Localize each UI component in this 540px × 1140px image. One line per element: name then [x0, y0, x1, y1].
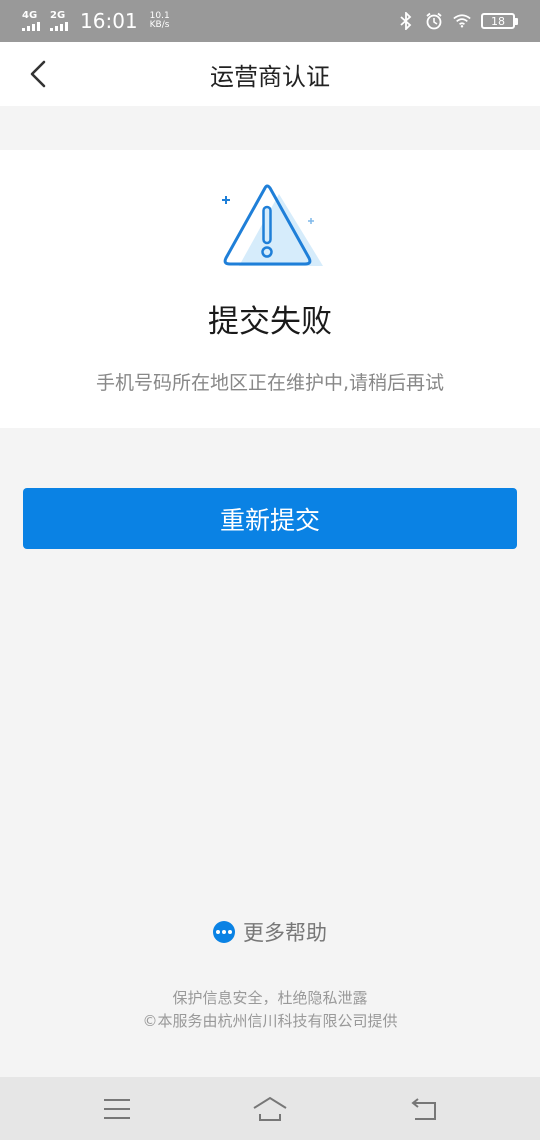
more-help-link[interactable]: 更多帮助 — [0, 914, 540, 950]
provider-note: ©本服务由杭州信川科技有限公司提供 — [142, 1012, 398, 1030]
page-title: 运营商认证 — [210, 62, 330, 91]
bluetooth-icon — [397, 12, 415, 30]
navigation-bar — [0, 1077, 540, 1140]
result-message: 手机号码所在地区正在维护中,请稍后再试 — [95, 372, 445, 394]
network-label-2g: 2G — [50, 10, 66, 21]
result-card: 提交失败 手机号码所在地区正在维护中,请稍后再试 — [0, 150, 540, 428]
network-label-4g: 4G — [22, 10, 38, 21]
battery-icon: 18 — [481, 13, 518, 29]
resubmit-button[interactable]: 重新提交 — [23, 488, 517, 549]
back-icon — [411, 1097, 437, 1120]
status-time: 16:01 — [80, 9, 138, 33]
status-bar: 4G 2G 16:01 10.1 KB/s 18 — [0, 0, 540, 42]
signal-bars-icon — [22, 22, 40, 31]
home-button[interactable] — [240, 1087, 300, 1131]
result-title: 提交失败 — [208, 304, 332, 340]
wifi-icon — [453, 12, 471, 30]
menu-button[interactable] — [87, 1087, 147, 1131]
network-speed: 10.1 KB/s — [150, 12, 170, 30]
status-left: 4G 2G 16:01 10.1 KB/s — [22, 9, 170, 33]
privacy-note: 保护信息安全，杜绝隐私泄露 — [172, 989, 368, 1007]
more-dots-icon — [213, 921, 235, 943]
home-icon — [253, 1096, 287, 1121]
signal-bars-icon — [50, 22, 68, 31]
warning-triangle-icon — [222, 184, 323, 266]
alarm-icon — [425, 12, 443, 30]
status-right: 18 — [397, 12, 518, 30]
menu-icon — [103, 1098, 130, 1119]
speed-unit: KB/s — [149, 20, 170, 30]
battery-level: 18 — [481, 13, 515, 29]
back-nav-button[interactable] — [393, 1087, 453, 1131]
app-header: 运营商认证 — [0, 42, 540, 106]
signal-4g: 4G — [22, 11, 44, 31]
signal-2g: 2G — [50, 11, 72, 31]
more-help-label: 更多帮助 — [243, 921, 327, 945]
